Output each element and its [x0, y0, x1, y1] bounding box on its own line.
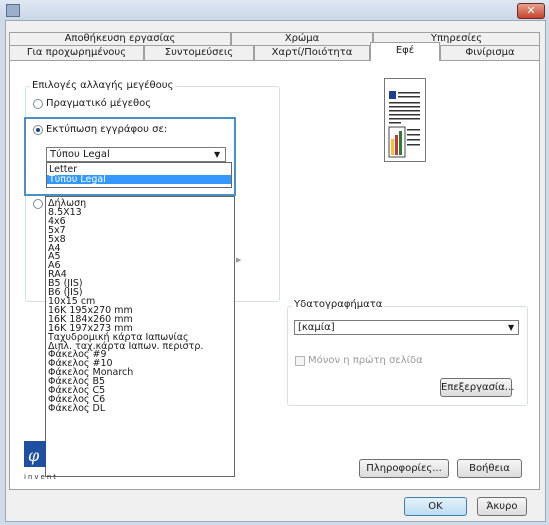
- title-bar: [0, 0, 549, 20]
- chevron-right-icon: ▶: [236, 256, 242, 264]
- paper-size-select[interactable]: Τύπου Legal: [46, 147, 226, 162]
- first-page-only-checkbox[interactable]: [295, 356, 305, 366]
- print-document-on-radio[interactable]: [33, 125, 43, 135]
- watermark-select[interactable]: [καμία]: [294, 320, 519, 335]
- tab-shortcuts[interactable]: Συντομεύσεις: [144, 45, 254, 60]
- ok-button[interactable]: OK: [404, 497, 467, 516]
- tab-paper-quality[interactable]: Χαρτί/Ποιότητα: [254, 45, 370, 60]
- svg-text:φ: φ: [28, 446, 40, 465]
- resize-options-title: Επιλογές αλλαγής μεγέθους: [30, 80, 176, 91]
- actual-size-label: Πραγματικό μέγεθος: [46, 98, 152, 109]
- chevron-down-icon[interactable]: ▼: [508, 323, 514, 332]
- print-document-on-label: Εκτύπωση εγγράφου σε:: [46, 124, 168, 135]
- percent-of-normal-radio[interactable]: [33, 199, 43, 209]
- first-page-only-label: Μόνον η πρώτη σελίδα: [308, 355, 423, 366]
- tab-effects[interactable]: Εφέ: [370, 42, 440, 61]
- paper-size-dropdown-list: Δήλωση 8.5X13 4x6 5x7 5x8 A4 A5 A6 RA4 B…: [45, 196, 235, 477]
- paper-option[interactable]: 5x7: [46, 226, 234, 236]
- logo-text: invent: [24, 473, 59, 481]
- paper-size-select-value: Τύπου Legal: [50, 149, 110, 160]
- actual-size-radio[interactable]: [33, 99, 43, 109]
- hp-logo-icon: φ: [24, 441, 46, 467]
- paper-option[interactable]: A4: [46, 243, 234, 254]
- cancel-button[interactable]: Άκυρο: [477, 497, 527, 516]
- close-button[interactable]: ✕: [517, 3, 545, 19]
- chevron-down-icon[interactable]: ▼: [214, 150, 220, 159]
- paper-size-dropdown-top: Letter Τύπου Legal: [46, 162, 232, 188]
- paper-option[interactable]: 4x6: [46, 217, 234, 227]
- paper-option-legal[interactable]: Τύπου Legal: [47, 174, 231, 184]
- paper-option[interactable]: Φάκελος DL: [46, 404, 234, 414]
- tab-advanced[interactable]: Για προχωρημένους: [9, 45, 144, 60]
- watermark-select-value: [καμία]: [298, 322, 335, 333]
- tab-job-storage[interactable]: Αποθήκευση εργασίας: [9, 32, 231, 45]
- info-button[interactable]: Πληροφορίες...: [359, 459, 449, 478]
- tab-finishing[interactable]: Φινίρισμα: [440, 45, 540, 60]
- printer-icon: [6, 4, 20, 17]
- paper-option[interactable]: A5: [46, 252, 234, 262]
- tab-color[interactable]: Χρώμα: [231, 32, 373, 45]
- document-preview-icon: [388, 91, 420, 158]
- page-preview: [384, 78, 426, 162]
- help-button[interactable]: Βοήθεια: [457, 459, 522, 478]
- paper-option[interactable]: A6: [46, 261, 234, 271]
- hp-logo: φ: [24, 441, 46, 475]
- watermarks-title: Υδατογραφήματα: [292, 299, 385, 310]
- paper-option[interactable]: 5x8: [46, 234, 234, 245]
- paper-option[interactable]: 8.5X13: [46, 208, 234, 218]
- watermark-edit-button[interactable]: Επεξεργασία...: [440, 378, 514, 397]
